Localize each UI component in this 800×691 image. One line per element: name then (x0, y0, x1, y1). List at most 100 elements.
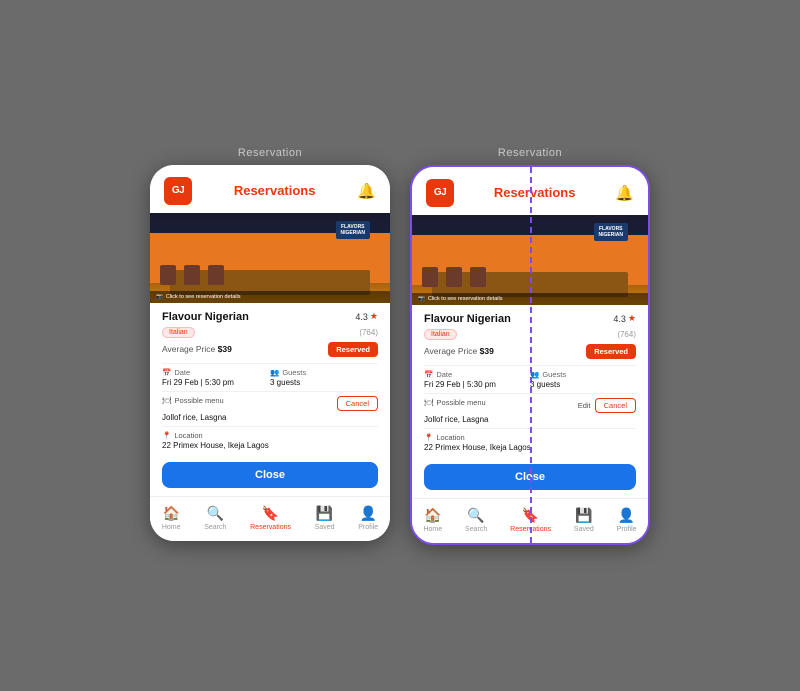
restaurant-name: Flavour Nigerian (162, 311, 249, 323)
logo2: GJ (426, 179, 454, 207)
menu-value: Jollof rice, Lasgna (162, 413, 378, 422)
restaurant-sign: FLAVORSNIGERIAN (336, 221, 370, 239)
saved-icon2: 💾 (575, 507, 592, 524)
nav-saved-label: Saved (315, 524, 335, 531)
nav-saved-label2: Saved (574, 526, 594, 533)
cuisine-tag: Italian (162, 327, 195, 338)
nav-search[interactable]: 🔍 Search (204, 505, 226, 531)
divider1 (162, 363, 378, 364)
location-value: 22 Primex House, Ikeja Lagos (162, 441, 378, 450)
logo: GJ (164, 177, 192, 205)
nav-profile2[interactable]: 👤 Profile (617, 507, 637, 533)
bottom-nav: 🏠 Home 🔍 Search 🔖 Reservations 💾 Saved (150, 496, 390, 541)
restaurant-sign2: FLAVORSNIGERIAN (594, 223, 628, 241)
edit-cancel-row: Edit Cancel (578, 398, 636, 413)
search-icon2: 🔍 (467, 507, 484, 524)
menu-label: 🍽 Possible menu (162, 396, 224, 405)
phone1: GJ Reservations 🔔 FLAVORSNIGERIAN (150, 165, 390, 541)
tags-row: Italian (764) (162, 327, 378, 338)
nav-home[interactable]: 🏠 Home (162, 505, 181, 531)
reserved-badge: Reserved (328, 342, 378, 357)
date-col: 📅 Date Fri 29 Feb | 5:30 pm (162, 368, 270, 387)
phone1-label: Reservation (238, 147, 302, 159)
home-icon2: 🏠 (424, 507, 441, 524)
cancel-button[interactable]: Cancel (337, 396, 378, 411)
corner-bl (410, 542, 413, 545)
nav-reservations[interactable]: 🔖 Reservations (250, 505, 291, 531)
phone2: GJ Reservations 🔔 FLAVORSNIGERIAN (410, 165, 650, 545)
date-label: 📅 Date (162, 368, 270, 377)
date-col2: 📅 Date Fri 29 Feb | 5:30 pm (424, 370, 530, 389)
nav-search2[interactable]: 🔍 Search (465, 507, 487, 533)
nav-search-label: Search (204, 524, 226, 531)
nav-search-label2: Search (465, 526, 487, 533)
star-icon2: ★ (628, 313, 636, 324)
search-icon: 🔍 (207, 505, 224, 522)
cancel-button2[interactable]: Cancel (595, 398, 636, 413)
date-value: Fri 29 Feb | 5:30 pm (162, 378, 270, 387)
chairs (160, 265, 224, 285)
phone1-wrapper: Reservation GJ Reservations 🔔 FLAVORSNIG… (150, 147, 390, 545)
card-body: Flavour Nigerian 4.3 ★ Italian (764) Ave… (150, 303, 390, 496)
bell-icon[interactable]: 🔔 (357, 182, 376, 200)
profile-icon2: 👤 (618, 507, 635, 524)
close-button[interactable]: Close (162, 462, 378, 488)
header-title: Reservations (234, 183, 316, 198)
guests-col2: 👥 Guests 3 guests (530, 370, 636, 389)
cuisine-tag2: Italian (424, 329, 457, 340)
menu-row: 🍽 Possible menu Cancel (162, 396, 378, 411)
profile-icon: 👤 (359, 505, 376, 522)
date-label2: 📅 Date (424, 370, 530, 379)
date-guests-row: 📅 Date Fri 29 Feb | 5:30 pm 👥 Guests 3 g… (162, 368, 378, 387)
phone2-label: Reservation (498, 147, 562, 159)
avg-price2: Average Price $39 (424, 346, 494, 356)
nav-reservations-label: Reservations (250, 524, 291, 531)
phone2-wrapper: Reservation GJ Reservations 🔔 (410, 147, 650, 545)
star-icon: ★ (370, 311, 378, 322)
header: GJ Reservations 🔔 (150, 165, 390, 213)
location-label: 📍 Location (162, 431, 378, 440)
review-count: (764) (359, 328, 378, 337)
name-rating-row: Flavour Nigerian 4.3 ★ (162, 311, 378, 323)
corner-tl (410, 165, 413, 168)
edit-button[interactable]: Edit (578, 398, 591, 413)
bell-icon2[interactable]: 🔔 (615, 184, 634, 202)
dashed-line (530, 167, 532, 543)
location-icon2: 📍 (424, 433, 433, 442)
saved-icon: 💾 (316, 505, 333, 522)
divider2 (162, 391, 378, 392)
reserved-badge2: Reserved (586, 344, 636, 359)
date-value2: Fri 29 Feb | 5:30 pm (424, 380, 530, 389)
img-overlay: 📷 Click to see reservation details (150, 291, 390, 303)
guests-label: 👥 Guests (270, 368, 378, 377)
location-icon: 📍 (162, 431, 171, 440)
calendar-icon2: 📅 (424, 370, 433, 379)
guests-value2: 3 guests (530, 380, 636, 389)
price-row: Average Price $39 Reserved (162, 342, 378, 357)
review-count2: (764) (617, 330, 636, 339)
restaurant-name2: Flavour Nigerian (424, 313, 511, 325)
menu-icon2: 🍽 (424, 398, 434, 407)
header-title2: Reservations (494, 185, 576, 200)
calendar-icon: 📅 (162, 368, 171, 377)
nav-profile-label: Profile (358, 524, 378, 531)
nav-profile[interactable]: 👤 Profile (358, 505, 378, 531)
chairs2 (422, 267, 486, 287)
guests-label2: 👥 Guests (530, 370, 636, 379)
menu-label2: 🍽 Possible menu (424, 398, 486, 407)
rating2: 4.3 ★ (613, 313, 636, 324)
nav-saved[interactable]: 💾 Saved (315, 505, 335, 531)
nav-home-label2: Home (423, 526, 442, 533)
rating: 4.3 ★ (355, 311, 378, 322)
nav-home2[interactable]: 🏠 Home (423, 507, 442, 533)
nav-saved2[interactable]: 💾 Saved (574, 507, 594, 533)
phone1-content: GJ Reservations 🔔 FLAVORSNIGERIAN (150, 165, 390, 541)
home-icon: 🏠 (162, 505, 179, 522)
avg-price: Average Price $39 (162, 344, 232, 354)
corner-br (647, 542, 650, 545)
guests-value: 3 guests (270, 378, 378, 387)
screen-container: Reservation GJ Reservations 🔔 FLAVORSNIG… (130, 127, 670, 565)
restaurant-image[interactable]: FLAVORSNIGERIAN 📷 Click to see reservati… (150, 213, 390, 303)
corner-tr (647, 165, 650, 168)
guests-icon: 👥 (270, 368, 279, 377)
